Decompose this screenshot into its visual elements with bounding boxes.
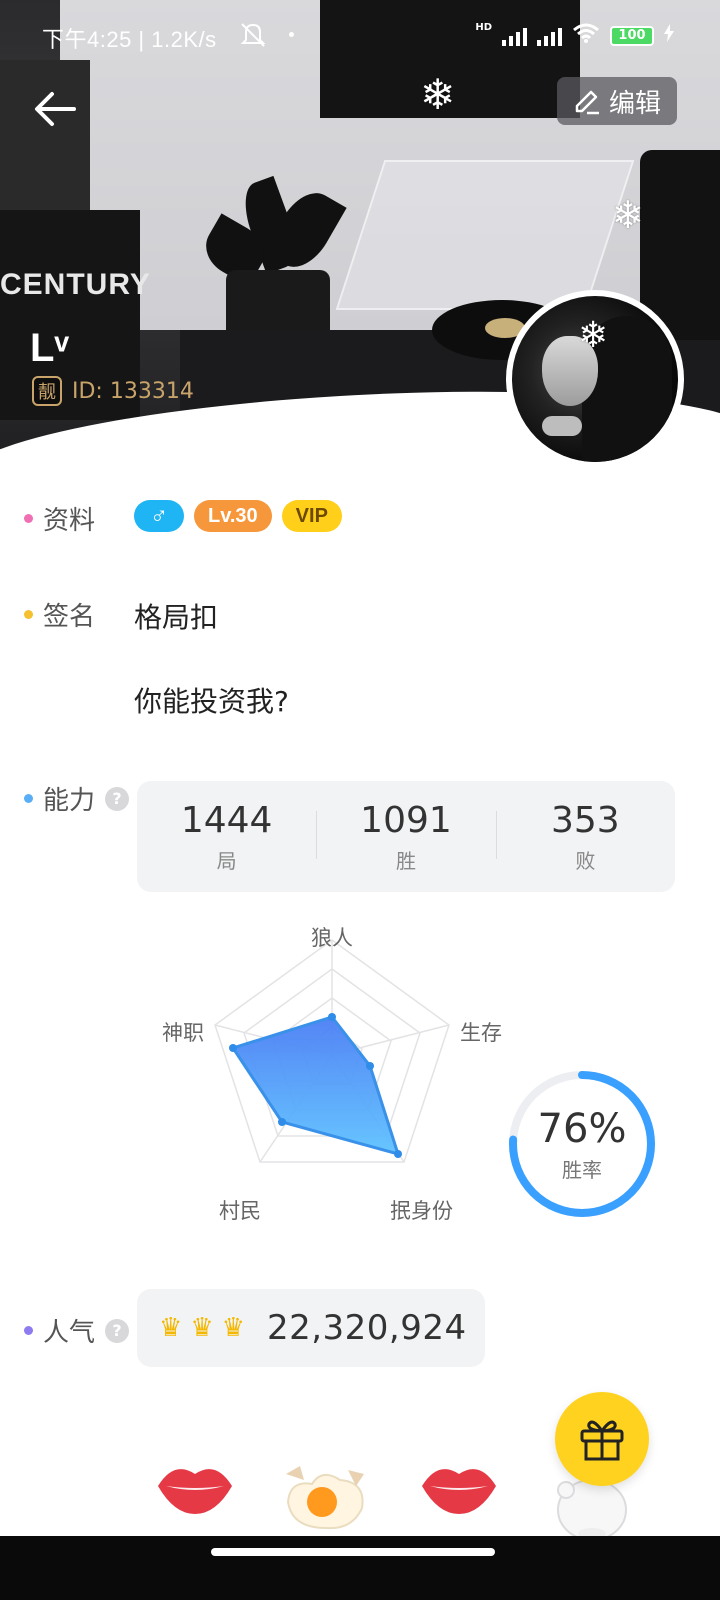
signature-line-2: 你能投资我?	[134, 685, 289, 718]
popularity-label-row: 人气 ?	[24, 1312, 130, 1349]
radar-area	[230, 1015, 401, 1157]
ability-stats: 1444 局 1091 胜 353 败	[137, 781, 675, 892]
status-bar: 下午4:25 | 1.2K/s HD 100	[0, 18, 720, 54]
egg-gift[interactable]	[282, 1450, 364, 1530]
info-tags: ♂ Lv.30 VIP	[134, 500, 342, 532]
stat-losses: 353 败	[495, 781, 675, 892]
egg-icon	[286, 1466, 364, 1530]
win-rate-value: 76%	[537, 1105, 627, 1152]
arrow-left-icon	[35, 92, 76, 126]
pretty-id-badge: 靓	[32, 376, 62, 406]
crown-icon: ♛	[190, 1313, 214, 1343]
battery-icon: 100	[610, 25, 654, 46]
win-rate: 76% 胜率	[506, 1068, 658, 1220]
stat-label: 败	[575, 848, 596, 873]
pencil-icon	[575, 90, 599, 115]
lips-icon	[158, 1469, 232, 1514]
radar-label-werewolf: 狼人	[311, 926, 353, 950]
stat-value: 1444	[180, 799, 273, 841]
crown-icon: ♛	[221, 1313, 245, 1343]
mute-icon	[238, 20, 268, 54]
crown-icon: ♛	[159, 1313, 183, 1343]
user-name: Lᵛ	[30, 326, 69, 370]
stat-label: 局	[216, 848, 237, 873]
avatar-hand	[542, 416, 582, 436]
turntable-lid	[335, 160, 635, 310]
charging-icon	[664, 24, 674, 47]
edit-button[interactable]: 编辑	[557, 77, 677, 125]
user-id: ID: 133314	[72, 378, 194, 404]
lips-gift[interactable]	[418, 1454, 500, 1534]
radar-label-god: 神职	[162, 1021, 204, 1045]
signature-label: 签名	[43, 602, 96, 632]
system-nav-bar	[0, 1536, 720, 1600]
gender-tag: ♂	[134, 500, 184, 532]
info-label: 资料	[43, 506, 96, 536]
lips-gift[interactable]	[154, 1454, 236, 1534]
ability-radar-chart: 狼人 生存 抿身份 村民 神职	[162, 926, 502, 1223]
status-time: 下午4:25 | 1.2K/s	[42, 27, 217, 52]
gift-button[interactable]	[555, 1392, 649, 1486]
gift-icon	[580, 1420, 624, 1461]
stat-label: 胜	[395, 848, 416, 873]
popularity-value: 22,320,924	[266, 1308, 467, 1348]
radar-label-survival: 生存	[460, 1021, 502, 1045]
level-tag: Lv.30	[194, 500, 272, 532]
signal-icon	[502, 26, 527, 46]
stat-value: 353	[550, 799, 620, 841]
stat-games: 1444 局	[137, 781, 316, 892]
bullet-dot	[24, 514, 33, 523]
hd-label: HD	[475, 22, 492, 33]
wifi-icon	[572, 22, 600, 49]
signature-line-1: 格局扣	[134, 601, 219, 634]
radar-label-identify: 抿身份	[390, 1199, 453, 1223]
win-rate-label: 胜率	[562, 1157, 602, 1182]
bullet-dot	[24, 1326, 33, 1335]
ability-label: 能力	[43, 786, 96, 816]
stat-value: 1091	[360, 799, 452, 841]
user-id-row[interactable]: 靓 ID: 133314	[32, 376, 194, 406]
cover-century-text: CENTURY	[0, 268, 151, 301]
snowflake-icon: ❄	[612, 193, 644, 237]
back-button[interactable]	[30, 86, 80, 132]
snowflake-icon: ❄	[420, 70, 456, 119]
popularity-box[interactable]: ♛ ♛ ♛ 22,320,924	[137, 1289, 485, 1367]
lips-icon	[422, 1469, 496, 1514]
snowflake-icon: ❄	[578, 315, 609, 356]
radar-label-villager: 村民	[219, 1199, 261, 1223]
ability-label-row: 能力 ?	[24, 780, 130, 817]
help-icon[interactable]: ?	[105, 1318, 130, 1343]
bullet-dot	[24, 794, 33, 803]
popularity-label: 人气	[43, 1318, 96, 1348]
signature-label-row: 签名	[24, 596, 95, 633]
info-label-row: 资料	[24, 500, 95, 537]
stat-wins: 1091 胜	[316, 781, 495, 892]
help-icon[interactable]: ?	[105, 786, 130, 811]
signal-icon	[537, 26, 562, 46]
edit-label: 编辑	[608, 88, 661, 119]
dot-icon	[289, 32, 294, 37]
vip-tag: VIP	[281, 500, 342, 532]
home-indicator[interactable]	[211, 1548, 495, 1556]
bullet-dot	[24, 610, 33, 619]
